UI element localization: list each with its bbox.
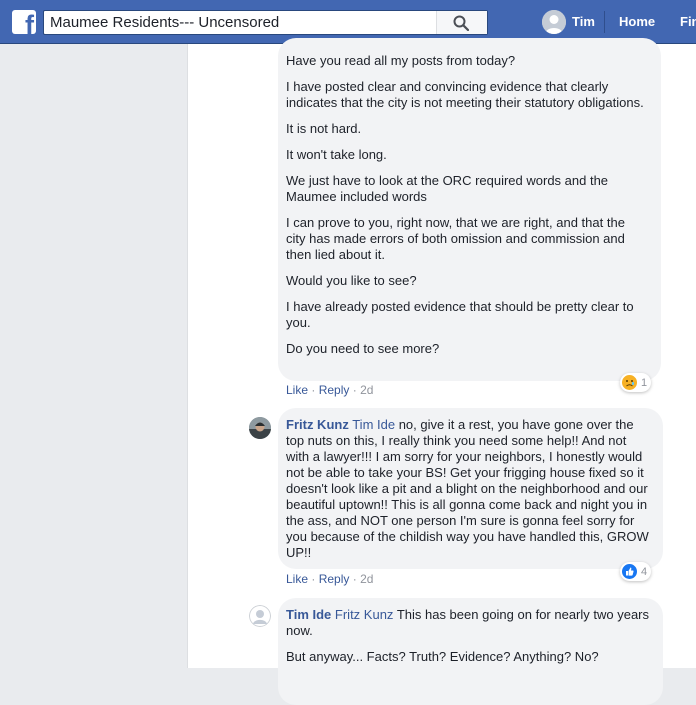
comment-paragraph: It is not hard. bbox=[286, 121, 362, 136]
facebook-logo-icon[interactable]: f bbox=[12, 10, 36, 34]
home-link[interactable]: Home bbox=[619, 14, 655, 29]
comment-paragraph: But anyway... Facts? Truth? Evidence? An… bbox=[286, 649, 599, 664]
avatar[interactable] bbox=[249, 605, 271, 627]
nav-divider bbox=[604, 11, 605, 33]
reaction-count: 4 bbox=[641, 565, 648, 578]
comment-mention[interactable]: Tim Ide bbox=[352, 417, 395, 432]
comment-bubble: Have you read all my posts from today? I… bbox=[278, 38, 661, 381]
comment-bubble: Fritz Kunz Tim Ide no, give it a rest, y… bbox=[278, 408, 663, 569]
comment-paragraph: Would you like to see? bbox=[286, 273, 417, 288]
comment-paragraph: Have you read all my posts from today? bbox=[286, 53, 516, 68]
thumbs-up-icon bbox=[622, 564, 637, 579]
reaction-summary[interactable]: 1 bbox=[620, 373, 652, 392]
comment-author[interactable]: Tim Ide bbox=[286, 607, 331, 622]
search-input[interactable] bbox=[50, 13, 440, 32]
comment-bubble: Tim Ide Fritz Kunz This has been going o… bbox=[278, 598, 663, 705]
comment-text: no, give it a rest, you have gone over t… bbox=[286, 417, 649, 560]
user-avatar[interactable] bbox=[542, 10, 566, 34]
profile-silhouette-icon bbox=[249, 605, 271, 627]
avatar[interactable] bbox=[249, 417, 271, 439]
comment-author[interactable]: Fritz Kunz bbox=[286, 417, 349, 432]
reaction-count: 1 bbox=[641, 376, 648, 389]
search-box bbox=[43, 10, 488, 35]
profile-photo-icon bbox=[249, 417, 271, 439]
reply-link[interactable]: Reply bbox=[319, 572, 350, 586]
comment-paragraph: We just have to look at the ORC required… bbox=[286, 173, 609, 204]
find-friends-link[interactable]: Fin bbox=[680, 14, 696, 29]
comment-paragraph: It won't take long. bbox=[286, 147, 387, 162]
comment-timestamp[interactable]: 2d bbox=[360, 383, 373, 397]
reaction-summary[interactable]: 4 bbox=[620, 562, 652, 581]
search-icon bbox=[453, 15, 469, 31]
like-link[interactable]: Like bbox=[286, 383, 308, 397]
comment-timestamp[interactable]: 2d bbox=[360, 572, 373, 586]
reply-link[interactable]: Reply bbox=[319, 383, 350, 397]
comment-actions: Like · Reply · 2d bbox=[286, 572, 374, 586]
profile-silhouette-icon bbox=[542, 10, 566, 34]
user-name-link[interactable]: Tim bbox=[572, 14, 595, 29]
like-link[interactable]: Like bbox=[286, 572, 308, 586]
comment-actions: Like · Reply · 2d bbox=[286, 383, 374, 397]
comment-mention[interactable]: Fritz Kunz bbox=[335, 607, 394, 622]
search-button[interactable] bbox=[436, 11, 487, 34]
sad-face-icon bbox=[622, 375, 637, 390]
comment-paragraph: Do you need to see more? bbox=[286, 341, 440, 356]
comment-paragraph: I have posted clear and convincing evide… bbox=[286, 79, 644, 110]
comment-paragraph: I have already posted evidence that shou… bbox=[286, 299, 634, 330]
comment-paragraph: I can prove to you, right now, that we a… bbox=[286, 215, 625, 262]
